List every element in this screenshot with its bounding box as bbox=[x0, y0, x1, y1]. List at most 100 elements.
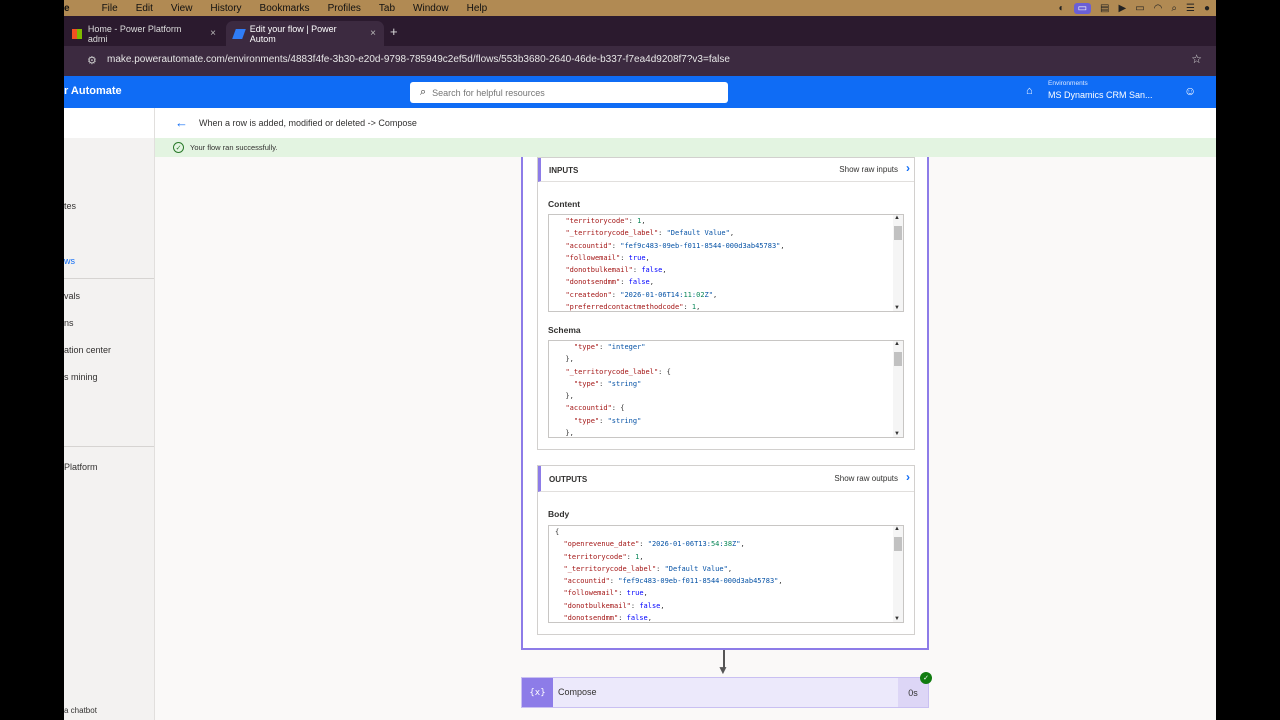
body-code-box[interactable]: { "openrevenue_date": "2026-01-06T13:54:… bbox=[548, 525, 904, 623]
app-brand[interactable]: r Automate bbox=[64, 85, 122, 97]
left-navigation: tes ws vals ns ation center s mining Pla… bbox=[64, 108, 155, 720]
nav-item-process-mining[interactable]: s mining bbox=[64, 372, 98, 382]
menubar-app[interactable]: e bbox=[64, 3, 70, 14]
arrow-left-icon[interactable]: ← bbox=[175, 115, 188, 130]
scroll-thumb[interactable] bbox=[894, 226, 902, 240]
environment-icon[interactable]: ⌂ bbox=[1026, 85, 1033, 97]
nav-item-solutions[interactable]: ns bbox=[64, 318, 74, 328]
tab-edit-your-flow[interactable]: Edit your flow | Power Autom × bbox=[226, 21, 384, 46]
compose-action-card[interactable]: {x} Compose 0s ✓ bbox=[521, 672, 932, 708]
breadcrumb: When a row is added, modified or deleted… bbox=[199, 118, 417, 128]
scroll-down-icon[interactable]: ▼ bbox=[894, 305, 900, 311]
menu-file[interactable]: File bbox=[102, 3, 118, 14]
show-raw-outputs-link[interactable]: Show raw outputs bbox=[834, 474, 898, 483]
menu-view[interactable]: View bbox=[171, 3, 193, 14]
flow-topbar: ← When a row is added, modified or delet… bbox=[155, 108, 1216, 138]
code-line: "type": "string" bbox=[573, 379, 642, 388]
menu-tab[interactable]: Tab bbox=[379, 3, 395, 14]
bookmark-star-icon[interactable]: ☆ bbox=[1191, 52, 1202, 66]
spotlight-search-icon[interactable]: ⌕ bbox=[1171, 3, 1177, 14]
power-automate-icon bbox=[232, 28, 246, 39]
schema-code-box[interactable]: "type": "integer" }, "_territorycode_lab… bbox=[548, 340, 904, 438]
content-code-box[interactable]: "territorycode": 1, "_territorycode_labe… bbox=[548, 214, 904, 312]
nav-item-ask-a-chatbot[interactable]: a chatbot bbox=[64, 706, 97, 715]
menu-edit[interactable]: Edit bbox=[136, 3, 153, 14]
scroll-up-icon[interactable]: ▲ bbox=[894, 215, 900, 221]
code-line: "type": "string" bbox=[573, 416, 642, 425]
scroll-down-icon[interactable]: ▼ bbox=[894, 616, 900, 622]
siri-icon[interactable]: ● bbox=[1204, 3, 1210, 14]
toggles-icon[interactable]: ☰ bbox=[1186, 3, 1195, 14]
browser-tab-strip: Home - Power Platform admi × Edit your f… bbox=[64, 16, 1216, 46]
screen: e File Edit View History Bookmarks Profi… bbox=[64, 0, 1216, 720]
code-line: "createdon": "2026-01-06T14:11:02Z", bbox=[565, 290, 718, 299]
menu-profiles[interactable]: Profiles bbox=[328, 3, 361, 14]
tab-label: Edit your flow | Power Autom bbox=[249, 23, 337, 44]
success-banner: ✓ Your flow ran successfully. bbox=[155, 138, 1216, 157]
body-label: Body bbox=[548, 509, 570, 519]
content-label: Content bbox=[548, 199, 581, 209]
nav-item-templates[interactable]: tes bbox=[64, 201, 76, 211]
scroll-up-icon[interactable]: ▲ bbox=[894, 341, 900, 347]
show-raw-inputs-link[interactable]: Show raw inputs bbox=[839, 165, 898, 174]
screen-share-icon[interactable]: ▭ bbox=[1073, 2, 1092, 14]
nav-item-power-platform[interactable]: Platform bbox=[64, 462, 98, 472]
nav-divider bbox=[64, 446, 154, 447]
chevron-right-icon[interactable]: › bbox=[906, 470, 910, 484]
schema-lines: "type": "integer" }, "_territorycode_lab… bbox=[549, 341, 889, 437]
code-line: "preferredcontactmethodcode": 1, bbox=[565, 303, 701, 311]
code-line: "accountid": "fef9c483-09eb-f011-8544-00… bbox=[563, 577, 783, 586]
search-input[interactable] bbox=[432, 87, 703, 98]
menu-window[interactable]: Window bbox=[413, 3, 449, 14]
search-box[interactable]: ⌕ bbox=[410, 82, 728, 103]
battery-icon[interactable]: ▭ bbox=[1135, 3, 1144, 14]
inputs-title: INPUTS bbox=[549, 166, 579, 175]
code-line: "type": "integer" bbox=[573, 343, 646, 351]
chevron-right-icon[interactable]: › bbox=[906, 161, 910, 175]
nav-top bbox=[64, 108, 154, 138]
code-line: "accountid": { bbox=[565, 404, 625, 413]
environment-label: Environments bbox=[1048, 80, 1088, 87]
close-tab-icon[interactable]: × bbox=[370, 28, 376, 39]
outputs-header: OUTPUTS Show raw outputs › bbox=[538, 466, 914, 492]
feedback-smile-icon[interactable]: ☺ bbox=[1184, 84, 1196, 98]
compose-name: Compose bbox=[558, 687, 597, 697]
scroll-thumb[interactable] bbox=[894, 352, 902, 366]
compose-icon: {x} bbox=[522, 678, 553, 707]
scrollbar[interactable]: ▲ ▼ bbox=[893, 526, 903, 622]
environment-name[interactable]: MS Dynamics CRM San... bbox=[1048, 90, 1153, 100]
left-letterbox bbox=[0, 0, 64, 720]
creative-cloud-icon[interactable]: ◐ bbox=[1059, 3, 1065, 14]
menu-history[interactable]: History bbox=[210, 3, 241, 14]
search-icon: ⌕ bbox=[420, 86, 427, 98]
microsoft-logo-icon bbox=[72, 28, 82, 39]
code-line: }, bbox=[557, 392, 574, 401]
connector-arrow-icon: ▼ bbox=[717, 663, 729, 677]
scroll-down-icon[interactable]: ▼ bbox=[894, 431, 900, 437]
scroll-thumb[interactable] bbox=[894, 537, 902, 551]
code-line: "_territorycode_label": "Default Value", bbox=[563, 564, 733, 573]
tab-power-platform-admin[interactable]: Home - Power Platform admi × bbox=[64, 21, 224, 46]
scrollbar[interactable]: ▲ ▼ bbox=[893, 215, 903, 311]
play-icon[interactable]: ▶ bbox=[1118, 3, 1126, 14]
check-circle-icon: ✓ bbox=[173, 142, 184, 153]
code-line: "territorycode": 1, bbox=[565, 217, 646, 225]
action-details-card: INPUTS Show raw inputs › Content "territ… bbox=[521, 157, 929, 650]
scroll-up-icon[interactable]: ▲ bbox=[894, 526, 900, 532]
code-line: "followemail": true, bbox=[565, 253, 650, 262]
close-tab-icon[interactable]: × bbox=[210, 28, 216, 39]
scrollbar[interactable]: ▲ ▼ bbox=[893, 341, 903, 437]
site-info-icon[interactable]: ⚙ bbox=[87, 54, 97, 67]
success-message: Your flow ran successfully. bbox=[190, 143, 278, 152]
nav-item-approvals[interactable]: vals bbox=[64, 291, 80, 301]
menu-bookmarks[interactable]: Bookmarks bbox=[260, 3, 310, 14]
wifi-icon[interactable]: ◠ bbox=[1154, 3, 1163, 14]
nav-item-my-flows[interactable]: ws bbox=[64, 256, 75, 266]
schema-label: Schema bbox=[548, 325, 581, 335]
mac-menubar: e File Edit View History Bookmarks Profi… bbox=[64, 0, 1216, 16]
nav-item-automation-center[interactable]: ation center bbox=[64, 345, 111, 355]
url-text[interactable]: make.powerautomate.com/environments/4883… bbox=[107, 54, 730, 65]
control-center-icon[interactable]: ▤ bbox=[1100, 3, 1109, 14]
menu-help[interactable]: Help bbox=[467, 3, 488, 14]
new-tab-button[interactable]: + bbox=[390, 24, 398, 39]
